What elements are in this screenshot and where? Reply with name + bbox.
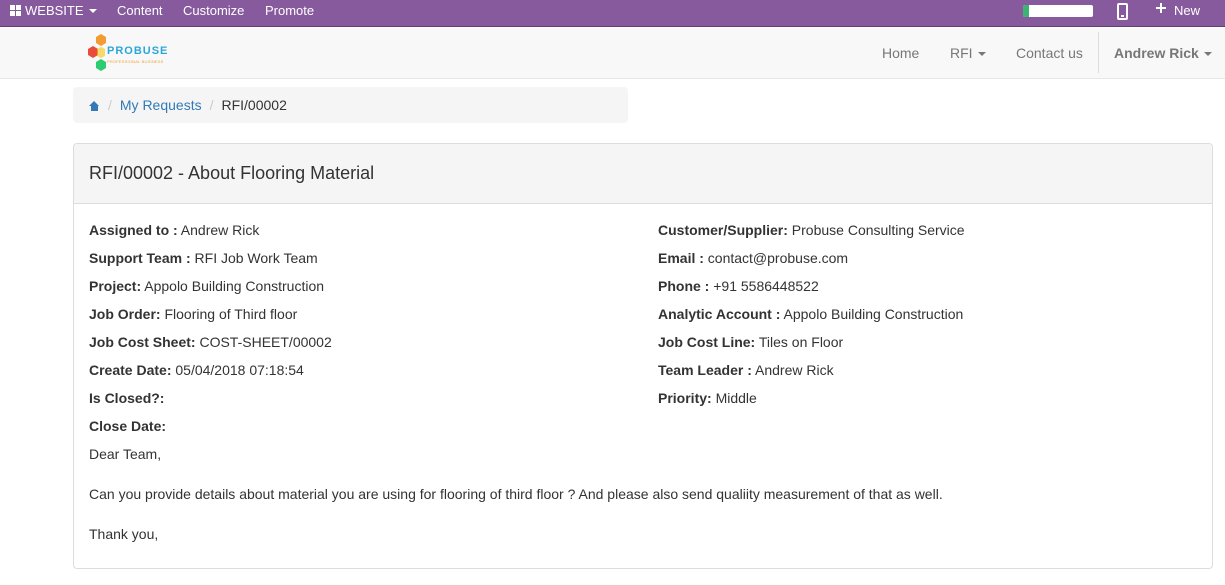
field-priority: Priority: Middle [658,390,757,406]
chevron-down-icon [88,9,97,13]
field-label: Customer/Supplier: [658,222,788,238]
user-name: Andrew Rick [1114,45,1199,61]
field-job-cost-sheet: Job Cost Sheet: COST-SHEET/00002 [89,334,332,350]
logo-subtext: PROFESSIONAL BUSINESS [107,59,164,64]
menu-customize[interactable]: Customize [183,0,244,22]
field-value: +91 5586448522 [713,278,819,294]
field-job-cost-line: Job Cost Line: Tiles on Floor [658,334,843,350]
field-label: Support Team : [89,250,191,266]
breadcrumb-separator: / [209,97,214,113]
field-create-date: Create Date: 05/04/2018 07:18:54 [89,362,304,378]
chevron-down-icon [1203,52,1212,56]
field-email: Email : contact@probuse.com [658,250,848,266]
field-label: Job Order: [89,306,161,322]
publish-progress-bar [1023,5,1093,17]
editor-bar: WEBSITE Content Customize Promote New [0,0,1225,27]
field-value: Andrew Rick [180,222,260,238]
field-label: Create Date: [89,362,172,378]
message-body: Can you provide details about material y… [89,486,943,502]
nav-home[interactable]: Home [882,45,919,61]
field-label: Phone : [658,278,710,294]
field-value: Middle [715,390,757,406]
nav-contact-us[interactable]: Contact us [1016,45,1083,61]
field-value: COST-SHEET/00002 [199,334,332,350]
field-value: Appolo Building Construction [144,278,325,294]
breadcrumb: / My Requests / RFI/00002 [73,87,628,123]
field-label: Close Date: [89,418,167,434]
field-label: Analytic Account : [658,306,781,322]
brand-logo[interactable]: PROBUSE PROFESSIONAL BUSINESS [85,33,169,73]
nav-rfi[interactable]: RFI [950,45,986,61]
field-value: RFI Job Work Team [194,250,318,266]
progress-fill [1023,5,1029,17]
field-value: 05/04/2018 07:18:54 [175,362,304,378]
field-support-team: Support Team : RFI Job Work Team [89,250,318,266]
message-greeting: Dear Team, [89,446,162,462]
chevron-down-icon [977,52,986,56]
field-label: Job Cost Sheet: [89,334,196,350]
field-label: Is Closed?: [89,390,165,406]
field-label: Assigned to : [89,222,178,238]
mobile-preview-icon[interactable] [1117,3,1128,20]
breadcrumb-separator: / [108,97,112,113]
field-analytic-account: Analytic Account : Appolo Building Const… [658,306,963,322]
field-value: Appolo Building Construction [783,306,964,322]
menu-promote[interactable]: Promote [265,0,314,22]
field-label: Project: [89,278,142,294]
field-team-leader: Team Leader : Andrew Rick [658,362,834,378]
website-menu[interactable]: WEBSITE [10,0,97,22]
breadcrumb-my-requests[interactable]: My Requests [120,97,202,113]
user-menu[interactable]: Andrew Rick [1114,45,1212,61]
field-customer-supplier: Customer/Supplier: Probuse Consulting Se… [658,222,965,238]
main-navbar: PROBUSE PROFESSIONAL BUSINESS Home RFI C… [0,28,1225,79]
rfi-detail-panel: RFI/00002 - About Flooring Material Assi… [73,143,1213,569]
message-closing: Thank you, [89,526,159,542]
field-assigned-to: Assigned to : Andrew Rick [89,222,259,238]
breadcrumb-current: RFI/00002 [221,97,287,113]
field-value: Tiles on Floor [758,334,844,350]
panel-title: RFI/00002 - About Flooring Material [74,144,1212,204]
website-menu-label: WEBSITE [25,3,84,18]
field-label: Job Cost Line: [658,334,756,350]
field-label: Priority: [658,390,712,406]
field-is-closed: Is Closed?: [89,390,164,406]
field-value: contact@probuse.com [707,250,849,266]
field-value: Probuse Consulting Service [791,222,965,238]
logo-text: PROBUSE [107,45,169,57]
nav-rfi-label: RFI [950,45,973,61]
field-label: Email : [658,250,704,266]
field-value: Flooring of Third floor [164,306,298,322]
field-job-order: Job Order: Flooring of Third floor [89,306,297,322]
new-button[interactable]: New [1174,0,1200,22]
field-phone: Phone : +91 5586448522 [658,278,819,294]
field-value: Andrew Rick [755,362,834,378]
field-label: Team Leader : [658,362,752,378]
nav-divider [1098,32,1099,73]
field-project: Project: Appolo Building Construction [89,278,324,294]
home-icon[interactable] [89,101,100,111]
apps-grid-icon [10,5,22,16]
field-close-date: Close Date: [89,418,166,434]
menu-content[interactable]: Content [117,0,163,22]
plus-icon[interactable] [1156,3,1166,13]
